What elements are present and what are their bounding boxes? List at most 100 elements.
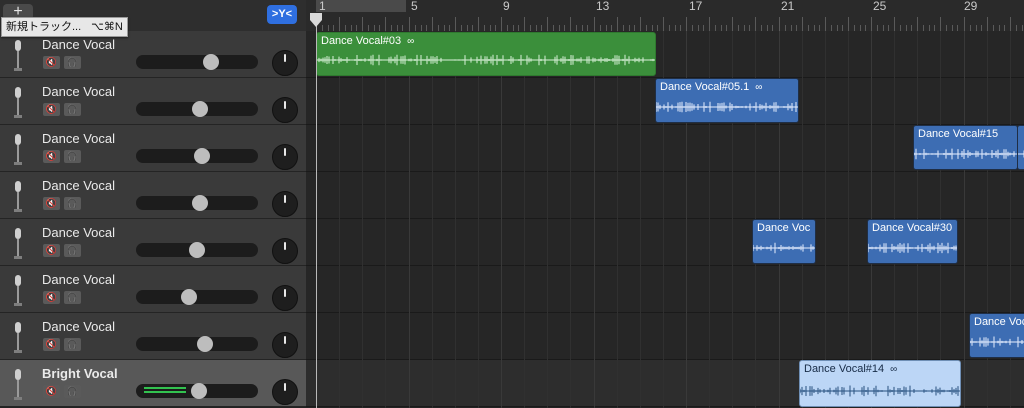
solo-button[interactable]: 🎧 xyxy=(64,56,81,69)
track-name[interactable]: Bright Vocal xyxy=(42,366,118,381)
pan-knob[interactable] xyxy=(272,238,298,264)
ruler-tick xyxy=(432,17,433,31)
solo-button[interactable]: 🎧 xyxy=(64,103,81,116)
track-header[interactable]: Dance Vocal 🔇 🎧 xyxy=(0,266,307,313)
track-name[interactable]: Dance Vocal xyxy=(42,131,115,146)
solo-button[interactable]: 🎧 xyxy=(64,291,81,304)
audio-region[interactable] xyxy=(1017,125,1024,170)
pan-knob[interactable] xyxy=(272,144,298,170)
solo-button[interactable]: 🎧 xyxy=(64,150,81,163)
track-row[interactable]: Dance Vocal 🔇 🎧 xyxy=(0,78,1024,125)
track-header[interactable]: Dance Vocal 🔇 🎧 xyxy=(0,313,307,360)
pan-knob[interactable] xyxy=(272,50,298,76)
pan-knob[interactable] xyxy=(272,285,298,311)
track-row[interactable]: Dance Vocal 🔇 🎧 xyxy=(0,266,1024,313)
track-header[interactable]: Dance Vocal 🔇 🎧 xyxy=(0,125,307,172)
mute-button[interactable]: 🔇 xyxy=(43,56,60,69)
track-row[interactable]: Dance Vocal 🔇 🎧 xyxy=(0,172,1024,219)
volume-knob[interactable] xyxy=(202,54,219,70)
cycle-region[interactable] xyxy=(316,0,406,12)
waveform xyxy=(656,101,798,113)
solo-button[interactable]: 🎧 xyxy=(64,385,81,398)
microphone-icon xyxy=(14,369,22,400)
audio-region[interactable]: Dance Voc xyxy=(752,219,816,264)
pan-knob[interactable] xyxy=(272,97,298,123)
mute-button[interactable]: 🔇 xyxy=(43,291,60,304)
ruler-tick xyxy=(455,17,456,31)
playhead-handle-icon[interactable] xyxy=(310,13,322,27)
track-name[interactable]: Dance Vocal xyxy=(42,178,115,193)
volume-slider[interactable] xyxy=(136,54,258,70)
playhead[interactable] xyxy=(316,22,317,408)
ruler-tick xyxy=(755,17,756,31)
volume-slider[interactable] xyxy=(136,383,258,399)
audio-region[interactable]: Dance Voc xyxy=(969,313,1024,358)
pan-knob[interactable] xyxy=(272,191,298,217)
audio-region-selected[interactable]: Dance Vocal#14 ∞ xyxy=(799,360,961,407)
waveform xyxy=(1018,150,1024,158)
microphone-icon xyxy=(14,87,22,118)
track-lane[interactable] xyxy=(306,313,1024,360)
audio-region[interactable]: Dance Vocal#15 xyxy=(913,125,1018,170)
ruler-tick xyxy=(940,17,941,31)
ruler-tick xyxy=(779,17,780,31)
audio-region[interactable]: Dance Vocal#05.1 ∞ xyxy=(655,78,799,123)
track-lane[interactable] xyxy=(306,172,1024,219)
volume-slider[interactable] xyxy=(136,242,258,258)
pan-knob[interactable] xyxy=(272,332,298,358)
track-header[interactable]: Dance Vocal 🔇 🎧 xyxy=(0,78,307,125)
volume-slider[interactable] xyxy=(136,289,258,305)
audio-region[interactable]: Dance Vocal#03 ∞ xyxy=(316,32,656,76)
track-header[interactable]: Dance Vocal 🔇 🎧 xyxy=(0,31,307,78)
track-header[interactable]: Bright Vocal 🔇 🎧 xyxy=(0,360,307,407)
volume-slider[interactable] xyxy=(136,101,258,117)
ruler-tick xyxy=(501,17,502,31)
track-name[interactable]: Dance Vocal xyxy=(42,84,115,99)
solo-button[interactable]: 🎧 xyxy=(64,244,81,257)
volume-knob[interactable] xyxy=(191,383,208,399)
track-name[interactable]: Dance Vocal xyxy=(42,37,115,52)
microphone-icon xyxy=(14,40,22,71)
volume-knob[interactable] xyxy=(197,336,214,352)
volume-knob[interactable] xyxy=(180,289,197,305)
track-name[interactable]: Dance Vocal xyxy=(42,319,115,334)
volume-slider[interactable] xyxy=(136,148,258,164)
smart-controls-filter-button[interactable]: >Y< xyxy=(267,5,297,24)
solo-button[interactable]: 🎧 xyxy=(64,197,81,210)
ruler-tick xyxy=(894,17,895,31)
mute-button[interactable]: 🔇 xyxy=(43,338,60,351)
tooltip-text: 新規トラック... xyxy=(6,21,82,33)
track-row[interactable]: Dance Vocal 🔇 🎧 xyxy=(0,125,1024,172)
track-header[interactable]: Dance Vocal 🔇 🎧 xyxy=(0,172,307,219)
new-track-tooltip: 新規トラック... ⌥⌘N xyxy=(1,17,128,37)
track-lane[interactable] xyxy=(306,266,1024,313)
volume-knob[interactable] xyxy=(192,195,209,211)
volume-slider[interactable] xyxy=(136,195,258,211)
track-name[interactable]: Dance Vocal xyxy=(42,272,115,287)
mute-button[interactable]: 🔇 xyxy=(43,103,60,116)
region-title: Dance Voc xyxy=(757,222,811,234)
pan-knob[interactable] xyxy=(272,379,298,405)
bar-number: 13 xyxy=(596,0,610,13)
volume-knob[interactable] xyxy=(194,148,211,164)
solo-button[interactable]: 🎧 xyxy=(64,338,81,351)
timeline-ruler[interactable]: 1 5 9 13 17 21 25 29 xyxy=(306,0,1024,32)
volume-knob[interactable] xyxy=(189,242,205,258)
track-header[interactable]: Dance Vocal 🔇 🎧 xyxy=(0,219,307,266)
ruler-tick xyxy=(594,17,595,31)
mute-button[interactable]: 🔇 xyxy=(43,385,60,398)
mute-button[interactable]: 🔇 xyxy=(43,244,60,257)
ruler-tick xyxy=(385,17,386,31)
mute-button[interactable]: 🔇 xyxy=(43,197,60,210)
ruler-tick xyxy=(802,17,803,31)
region-title: Dance Vocal#14 ∞ xyxy=(804,363,898,375)
mute-button[interactable]: 🔇 xyxy=(43,150,60,163)
audio-region[interactable]: Dance Vocal#30 xyxy=(867,219,958,264)
bar-number: 17 xyxy=(689,0,703,13)
track-name[interactable]: Dance Vocal xyxy=(42,225,115,240)
volume-slider[interactable] xyxy=(136,336,258,352)
header-bar: + >Y< 新規トラック... ⌥⌘N 1 5 9 13 17 21 25 29 xyxy=(0,0,1024,37)
volume-knob[interactable] xyxy=(192,101,209,117)
track-row[interactable]: Dance Vocal 🔇 🎧 xyxy=(0,313,1024,360)
waveform xyxy=(317,54,655,66)
